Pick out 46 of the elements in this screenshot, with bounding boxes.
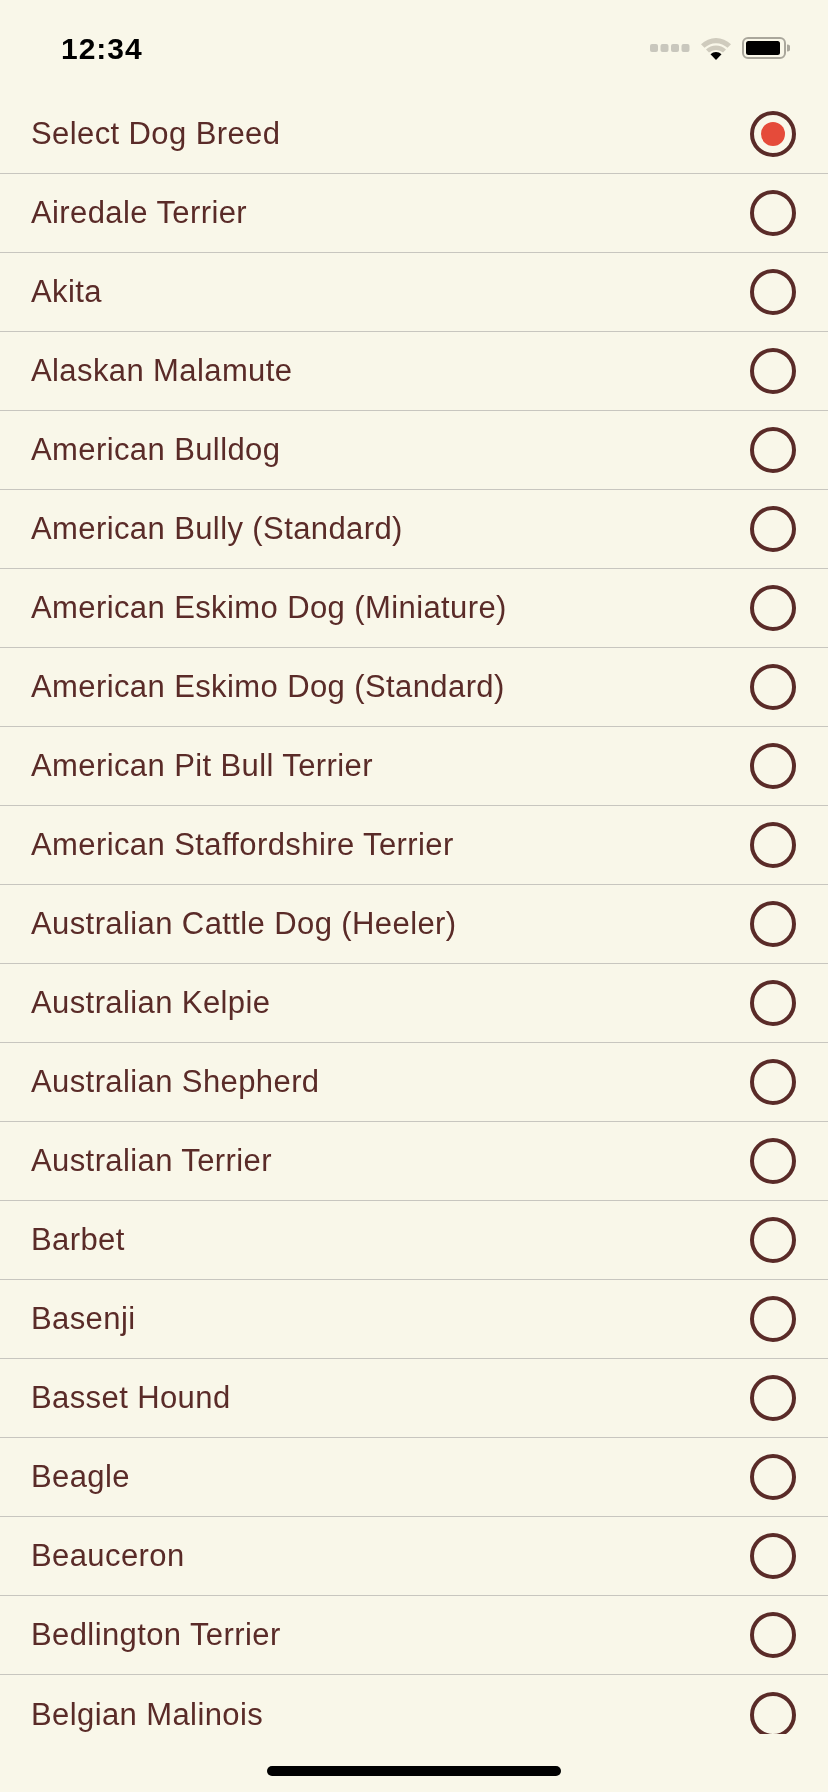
radio-button[interactable] [750,1375,796,1421]
breed-option-label[interactable]: Alaskan Malamute [31,353,293,389]
radio-button[interactable] [750,1454,796,1500]
breed-option-label[interactable]: American Bully (Standard) [31,511,403,547]
radio-button[interactable] [750,506,796,552]
breed-option-label[interactable]: Airedale Terrier [31,195,248,231]
breed-option-label[interactable]: American Bulldog [31,432,281,468]
radio-button[interactable] [750,269,796,315]
radio-button[interactable] [750,190,796,236]
breed-option-label[interactable]: American Staffordshire Terrier [31,827,454,863]
breed-option-label[interactable]: American Pit Bull Terrier [31,748,373,784]
breed-option-label[interactable]: Basset Hound [31,1380,231,1416]
radio-button[interactable] [750,1612,796,1658]
radio-button[interactable] [750,664,796,710]
breed-option-label[interactable]: Barbet [31,1222,125,1258]
signal-icon [650,43,690,53]
radio-button[interactable] [750,1533,796,1579]
breed-option-label[interactable]: Beagle [31,1459,130,1495]
radio-button[interactable] [750,980,796,1026]
breed-option-label[interactable]: American Eskimo Dog (Miniature) [31,590,507,626]
radio-button[interactable] [750,743,796,789]
breed-option-label[interactable]: Belgian Malinois [31,1696,264,1733]
breed-option-label[interactable]: Australian Shepherd [31,1064,320,1100]
breed-option-label[interactable]: Australian Terrier [31,1143,272,1179]
radio-button[interactable] [750,1059,796,1105]
breed-option-label[interactable]: Australian Kelpie [31,985,271,1021]
breed-option-label[interactable]: Basenji [31,1301,136,1337]
radio-button[interactable] [750,111,796,157]
radio-button[interactable] [750,585,796,631]
breed-option-label[interactable]: American Eskimo Dog (Standard) [31,669,505,705]
breed-option-label[interactable]: Select Dog Breed [31,116,281,152]
radio-button[interactable] [750,1691,796,1734]
breed-option-label[interactable]: Australian Cattle Dog (Heeler) [31,906,457,942]
radio-button[interactable] [750,822,796,868]
radio-button[interactable] [750,901,796,947]
status-time: 12:34 [61,31,143,67]
breed-option-label[interactable]: Beauceron [31,1538,185,1574]
battery-icon [742,37,790,59]
radio-button[interactable] [750,427,796,473]
radio-button[interactable] [750,1296,796,1342]
wifi-icon [700,36,732,60]
breed-option-label[interactable]: Akita [31,274,102,310]
radio-button[interactable] [750,1217,796,1263]
radio-button[interactable] [750,1138,796,1184]
breed-option-label[interactable]: Bedlington Terrier [31,1617,281,1653]
radio-button[interactable] [750,348,796,394]
